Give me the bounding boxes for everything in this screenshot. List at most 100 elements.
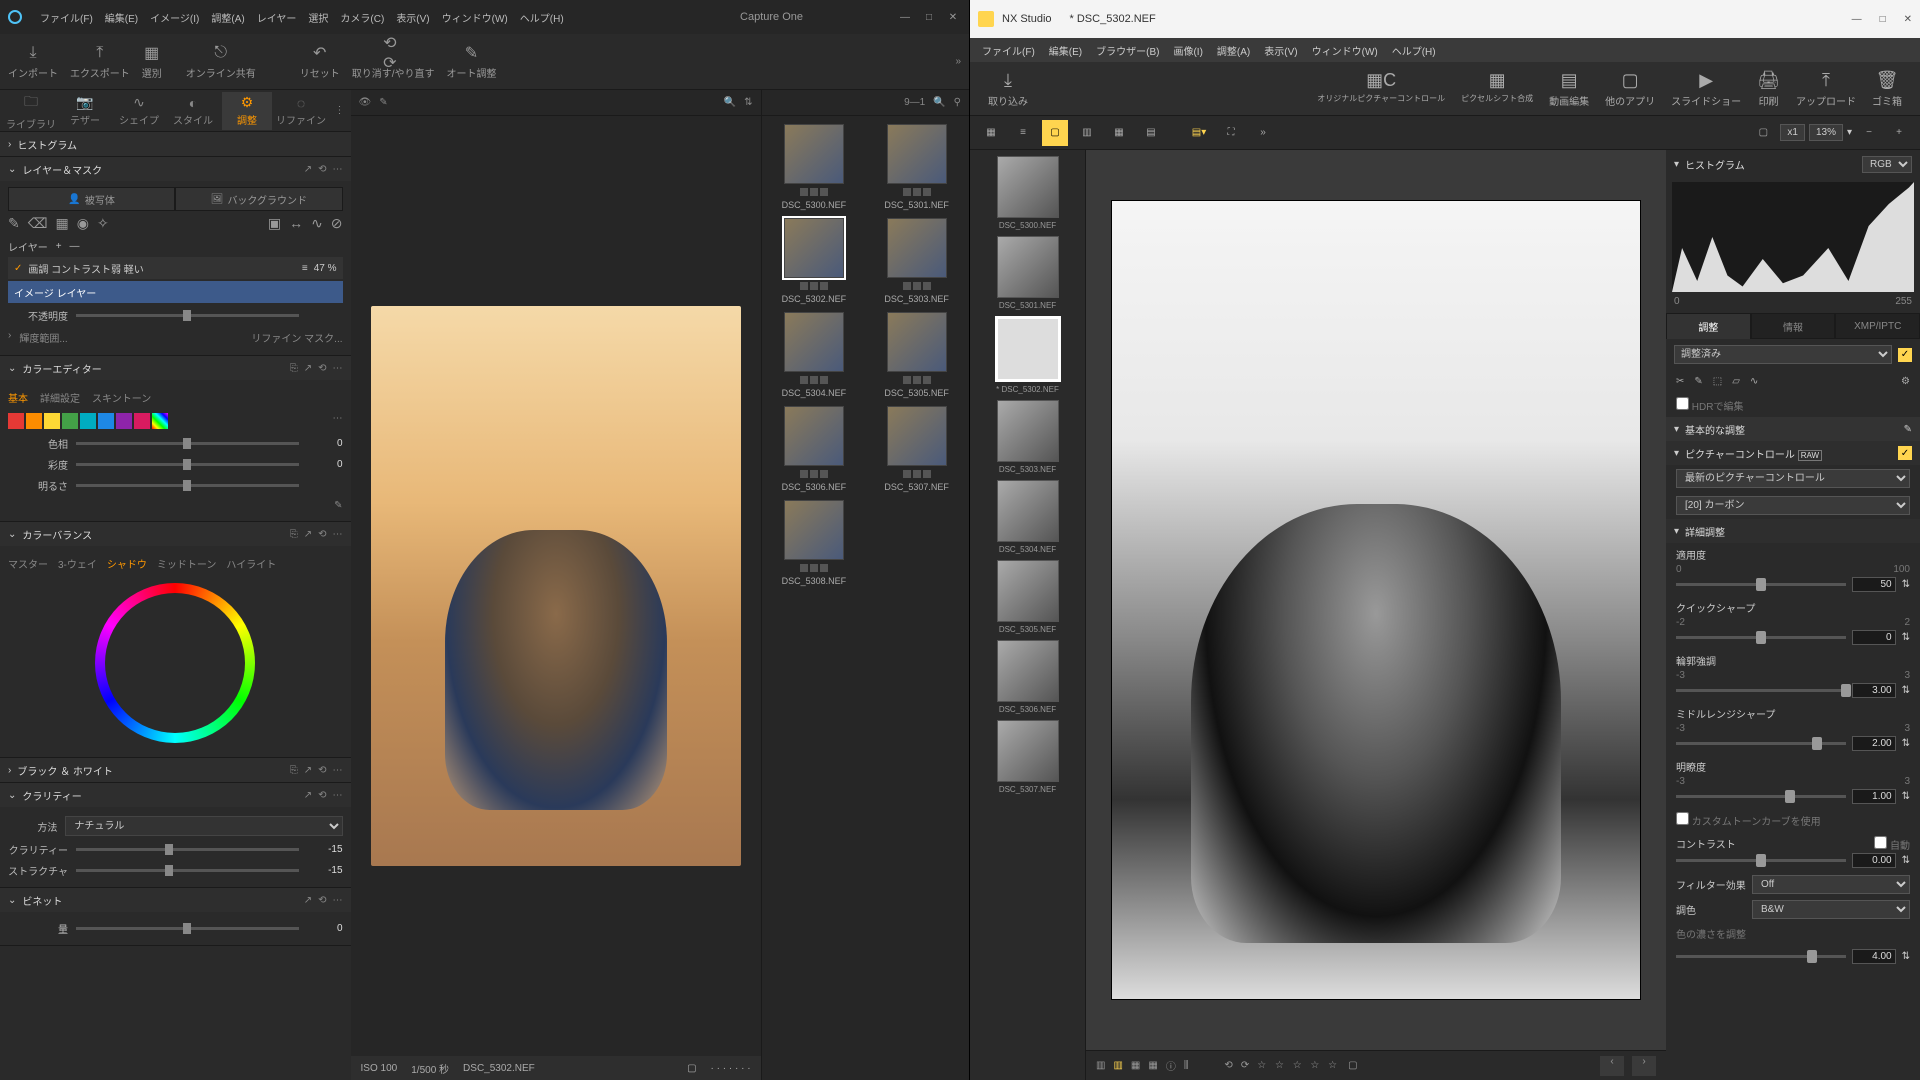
chevron-down-icon[interactable]: ⌄ xyxy=(8,164,16,175)
nx-auto-check[interactable] xyxy=(1874,836,1887,849)
pin-icon[interactable]: ↗ xyxy=(304,363,312,374)
co-export-button[interactable]: ⤒エクスポート xyxy=(70,43,130,80)
pin-icon[interactable]: ↗ xyxy=(304,164,312,175)
co-thumb-item[interactable]: DSC_5302.NEF xyxy=(770,218,859,304)
nx-upload-button[interactable]: ⤒アップロード xyxy=(1788,70,1864,108)
nx-tab-adjust[interactable]: 調整 xyxy=(1666,313,1751,339)
nx-hdr-check[interactable] xyxy=(1676,397,1689,410)
nx-canvas-area[interactable] xyxy=(1086,150,1666,1050)
co-ce-tab-detail[interactable]: 詳細設定 xyxy=(40,390,80,405)
nx-film-item[interactable]: DSC_5303.NEF xyxy=(976,400,1079,474)
nx-menu-edit[interactable]: 編集(E) xyxy=(1045,41,1086,60)
chevron-down-icon[interactable]: ▾ xyxy=(1674,424,1679,435)
nx-list-icon[interactable]: ≡ xyxy=(1010,120,1036,146)
co-thumb-item[interactable]: DSC_5303.NEF xyxy=(872,218,961,304)
co-thumb-item[interactable]: DSC_5307.NEF xyxy=(872,406,961,492)
perspective-icon[interactable]: ▱ xyxy=(1732,376,1740,387)
chevron-down-icon[interactable]: ⌄ xyxy=(8,529,16,540)
swatch-pink[interactable] xyxy=(134,413,150,429)
co-tab-shape[interactable]: ∿シェイプ xyxy=(114,92,164,130)
nx-preset-check[interactable]: ✓ xyxy=(1898,348,1912,362)
nx-movie-button[interactable]: ▤動画編集 xyxy=(1541,70,1597,108)
nx-film-item[interactable]: DSC_5304.NEF xyxy=(976,480,1079,554)
nx-zoom-pct[interactable]: 13% xyxy=(1809,124,1843,141)
reset-icon[interactable]: ⟲ xyxy=(318,765,326,776)
copy-icon[interactable]: ⎘ xyxy=(290,529,298,540)
stepper-icon[interactable]: ⇅ xyxy=(1902,579,1910,590)
swatch-green[interactable] xyxy=(62,413,78,429)
co-menu-adjust[interactable]: 調整(A) xyxy=(207,8,248,27)
nx-grid2-icon[interactable]: ▦ xyxy=(1148,1060,1157,1071)
co-layer-row-1[interactable]: イメージ レイヤー xyxy=(8,281,343,303)
co-maximize-icon[interactable]: □ xyxy=(921,12,937,23)
brush-icon[interactable]: ✎ xyxy=(8,215,20,232)
nx-filter-select[interactable]: Off xyxy=(1752,875,1910,894)
co-refine-btn[interactable]: リファイン マスク... xyxy=(251,330,342,345)
nx-film-item[interactable]: DSC_5300.NEF xyxy=(976,156,1079,230)
remove-layer-icon[interactable]: — xyxy=(70,241,80,252)
co-tab-more-icon[interactable]: ⋮ xyxy=(335,105,345,116)
magic-icon[interactable]: ✧ xyxy=(97,215,109,232)
nx-tag1-icon[interactable]: ▥ xyxy=(1096,1060,1105,1071)
nx-more-icon[interactable]: » xyxy=(1250,120,1276,146)
chevron-down-icon[interactable]: ▾ xyxy=(1674,448,1679,459)
eye-icon[interactable]: 👁 xyxy=(359,97,372,108)
co-close-icon[interactable]: ✕ xyxy=(945,12,961,23)
co-menu-camera[interactable]: カメラ(C) xyxy=(336,8,388,27)
chevron-down-icon[interactable]: ⌄ xyxy=(8,895,16,906)
nx-other-button[interactable]: ▢他のアプリ xyxy=(1597,70,1663,108)
nx-midsharp-slider[interactable] xyxy=(1676,742,1846,745)
co-cb-high[interactable]: ハイライト xyxy=(226,556,276,571)
nx-info-icon[interactable]: ⓘ xyxy=(1166,1058,1176,1073)
nx-extra-slider[interactable] xyxy=(1676,955,1846,958)
nx-grid-icon[interactable]: ▦ xyxy=(1131,1060,1140,1071)
nx-hist-mode-select[interactable]: RGB xyxy=(1862,156,1912,173)
co-subject-tab[interactable]: 👤被写体 xyxy=(8,187,175,211)
stepper-icon[interactable]: ⇅ xyxy=(1902,632,1910,643)
nx-next-button[interactable]: › xyxy=(1632,1056,1656,1076)
edit-icon[interactable]: ✎ xyxy=(1904,424,1912,435)
nx-zoomout-icon[interactable]: − xyxy=(1856,120,1882,146)
nx-menu-adjust[interactable]: 調整(A) xyxy=(1213,41,1254,60)
curve-icon[interactable]: ∿ xyxy=(1750,376,1758,387)
nx-rotl-icon[interactable]: ⟲ xyxy=(1224,1060,1232,1071)
stepper-icon[interactable]: ⇅ xyxy=(1902,738,1910,749)
nx-picctrl-mode-select[interactable]: [20] カーボン xyxy=(1676,496,1910,515)
nx-rating[interactable]: ☆ ☆ ☆ ☆ ☆ xyxy=(1257,1060,1340,1071)
copy-icon[interactable]: ⎘ xyxy=(290,363,298,374)
nx-close-icon[interactable]: ✕ xyxy=(1904,14,1912,25)
stepper-icon[interactable]: ⇅ xyxy=(1902,791,1910,802)
nx-tag2-icon[interactable]: ▥ xyxy=(1113,1060,1122,1071)
nx-split2-icon[interactable]: ▥ xyxy=(1074,120,1100,146)
nx-film-item[interactable]: DSC_5306.NEF xyxy=(976,640,1079,714)
nx-menu-image[interactable]: 画像(I) xyxy=(1169,41,1206,60)
co-viewer-canvas[interactable] xyxy=(351,116,761,1056)
nx-split4-icon[interactable]: ▦ xyxy=(1106,120,1132,146)
co-thumb-item[interactable]: DSC_5305.NEF xyxy=(872,312,961,398)
nx-zoomin-icon[interactable]: + xyxy=(1886,120,1912,146)
nx-zoom-x1[interactable]: x1 xyxy=(1780,124,1805,141)
nx-label-icon[interactable]: ▢ xyxy=(1348,1060,1357,1071)
co-cb-master[interactable]: マスター xyxy=(8,556,48,571)
nx-film-item[interactable]: DSC_5307.NEF xyxy=(976,720,1079,794)
co-auto-button[interactable]: ✎オート調整 xyxy=(446,43,496,80)
nx-contrast-input[interactable] xyxy=(1852,853,1896,868)
nx-menu-file[interactable]: ファイル(F) xyxy=(978,41,1039,60)
gear-icon[interactable]: ⚙ xyxy=(1901,376,1910,387)
gradient-icon[interactable]: ▦ xyxy=(56,215,69,232)
co-cb-shadow[interactable]: シャドウ xyxy=(107,556,147,571)
search-icon[interactable]: 🔍 xyxy=(724,97,736,108)
nx-qsharp-input[interactable] xyxy=(1852,630,1896,645)
co-struct-slider[interactable] xyxy=(76,869,299,872)
nx-compare-icon[interactable]: ▤ xyxy=(1138,120,1164,146)
swatch-more-icon[interactable]: ⋯ xyxy=(333,413,343,429)
nx-maximize-icon[interactable]: □ xyxy=(1880,14,1886,25)
co-light-slider[interactable] xyxy=(76,484,299,487)
more-icon[interactable]: ⋯ xyxy=(333,790,343,801)
copy-icon[interactable]: ⎘ xyxy=(290,765,298,776)
add-layer-icon[interactable]: + xyxy=(56,241,62,252)
co-opacity-slider[interactable] xyxy=(76,314,299,317)
more-icon[interactable]: ⋯ xyxy=(333,164,343,175)
erase-icon[interactable]: ⌫ xyxy=(28,215,48,232)
nx-tab-xmp[interactable]: XMP/IPTC xyxy=(1835,313,1920,339)
